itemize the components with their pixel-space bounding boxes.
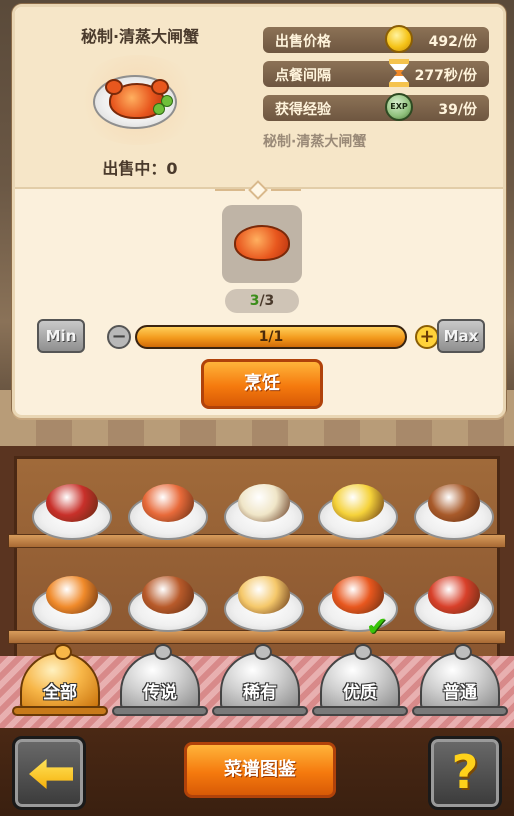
food xyxy=(332,576,384,614)
max-button[interactable]: Max xyxy=(437,319,485,353)
tab-all[interactable]: 全部 xyxy=(12,644,108,720)
tab-label: 传说 xyxy=(143,683,177,703)
stat-value: 39/份 xyxy=(438,102,477,118)
cook-button[interactable]: 烹饪 xyxy=(201,359,323,409)
food xyxy=(332,484,384,522)
cloche-base xyxy=(212,706,308,716)
tab-rare[interactable]: 稀有 xyxy=(212,644,308,720)
food xyxy=(238,576,290,614)
cloche-base xyxy=(412,706,508,716)
tab-label: 优质 xyxy=(343,683,377,703)
dish-title: 秘制·清蒸大闸蟹 xyxy=(80,27,200,46)
help-button[interactable]: ? xyxy=(428,736,502,810)
tab-legendary[interactable]: 传说 xyxy=(112,644,208,720)
cloche-base xyxy=(312,706,408,716)
ingredient-need: /3 xyxy=(259,293,275,309)
red-meat-bowl-icon[interactable] xyxy=(30,476,114,542)
minus-button[interactable]: − xyxy=(107,325,131,349)
quantity-text: 1/1 xyxy=(258,329,284,345)
skewers-plate-icon[interactable] xyxy=(126,568,210,634)
coin-icon xyxy=(385,25,413,53)
sale-status: 出售中：0 xyxy=(102,159,178,178)
exp-icon: EXP xyxy=(385,93,413,121)
plate xyxy=(93,75,177,129)
shrimp-tofu-bowl-icon[interactable] xyxy=(126,476,210,542)
back-button[interactable] xyxy=(12,736,86,810)
question-mark-icon: ? xyxy=(451,745,479,799)
dish-image xyxy=(73,55,203,145)
dish-detail-panel: 秘制·清蒸大闸蟹 出售中：0 出售价格 492/份 点餐间隔 277秒/份 获得… xyxy=(12,4,506,418)
back-arrow-icon xyxy=(29,759,73,789)
ingredient-slot[interactable] xyxy=(222,205,302,283)
cloche-base xyxy=(12,706,108,716)
recipe-book-button[interactable]: 菜谱图鉴 xyxy=(184,742,336,798)
dish-name-secondary: 秘制·清蒸大闸蟹 xyxy=(263,134,367,150)
fried-lobster-plate-icon[interactable] xyxy=(30,568,114,634)
crab-icon xyxy=(234,225,290,261)
checkmark-icon: ✔ xyxy=(366,612,388,642)
fried-rice-bowl-icon[interactable] xyxy=(222,476,306,542)
hourglass-icon xyxy=(389,59,409,87)
ingredient-count: 3/3 xyxy=(225,289,299,313)
tab-label: 普通 xyxy=(443,683,477,703)
stat-value: 492/份 xyxy=(428,34,477,50)
food xyxy=(238,484,290,522)
stat-label: 出售价格 xyxy=(275,34,331,50)
cloche-base xyxy=(112,706,208,716)
garnish xyxy=(161,95,173,107)
tab-label: 全部 xyxy=(43,683,77,703)
food xyxy=(428,576,480,614)
spicy-stew-pot-icon[interactable] xyxy=(412,568,496,634)
scrambled-egg-plate-icon[interactable] xyxy=(316,476,400,542)
plus-button[interactable]: + xyxy=(415,325,439,349)
food xyxy=(46,576,98,614)
food xyxy=(142,484,194,522)
divider-right xyxy=(271,189,301,191)
soup-pot-icon[interactable] xyxy=(222,568,306,634)
stat-row-price: 出售价格 492/份 xyxy=(263,25,489,53)
stat-label: 点餐间隔 xyxy=(275,68,331,84)
food xyxy=(428,484,480,522)
stat-value: 277秒/份 xyxy=(414,68,477,84)
divider-left xyxy=(215,189,245,191)
tab-quality[interactable]: 优质 xyxy=(312,644,408,720)
food xyxy=(142,576,194,614)
ingredient-have: 3 xyxy=(249,293,260,309)
min-button[interactable]: Min xyxy=(37,319,85,353)
tab-common[interactable]: 普通 xyxy=(412,644,508,720)
stat-row-exp: 获得经验 EXP 39/份 xyxy=(263,93,489,121)
roast-duck-plate-icon[interactable] xyxy=(412,476,496,542)
stat-row-interval: 点餐间隔 277秒/份 xyxy=(263,59,489,87)
tab-label: 稀有 xyxy=(243,683,277,703)
quantity-slider[interactable]: 1/1 xyxy=(135,325,407,349)
stat-label: 获得经验 xyxy=(275,102,331,118)
food xyxy=(46,484,98,522)
